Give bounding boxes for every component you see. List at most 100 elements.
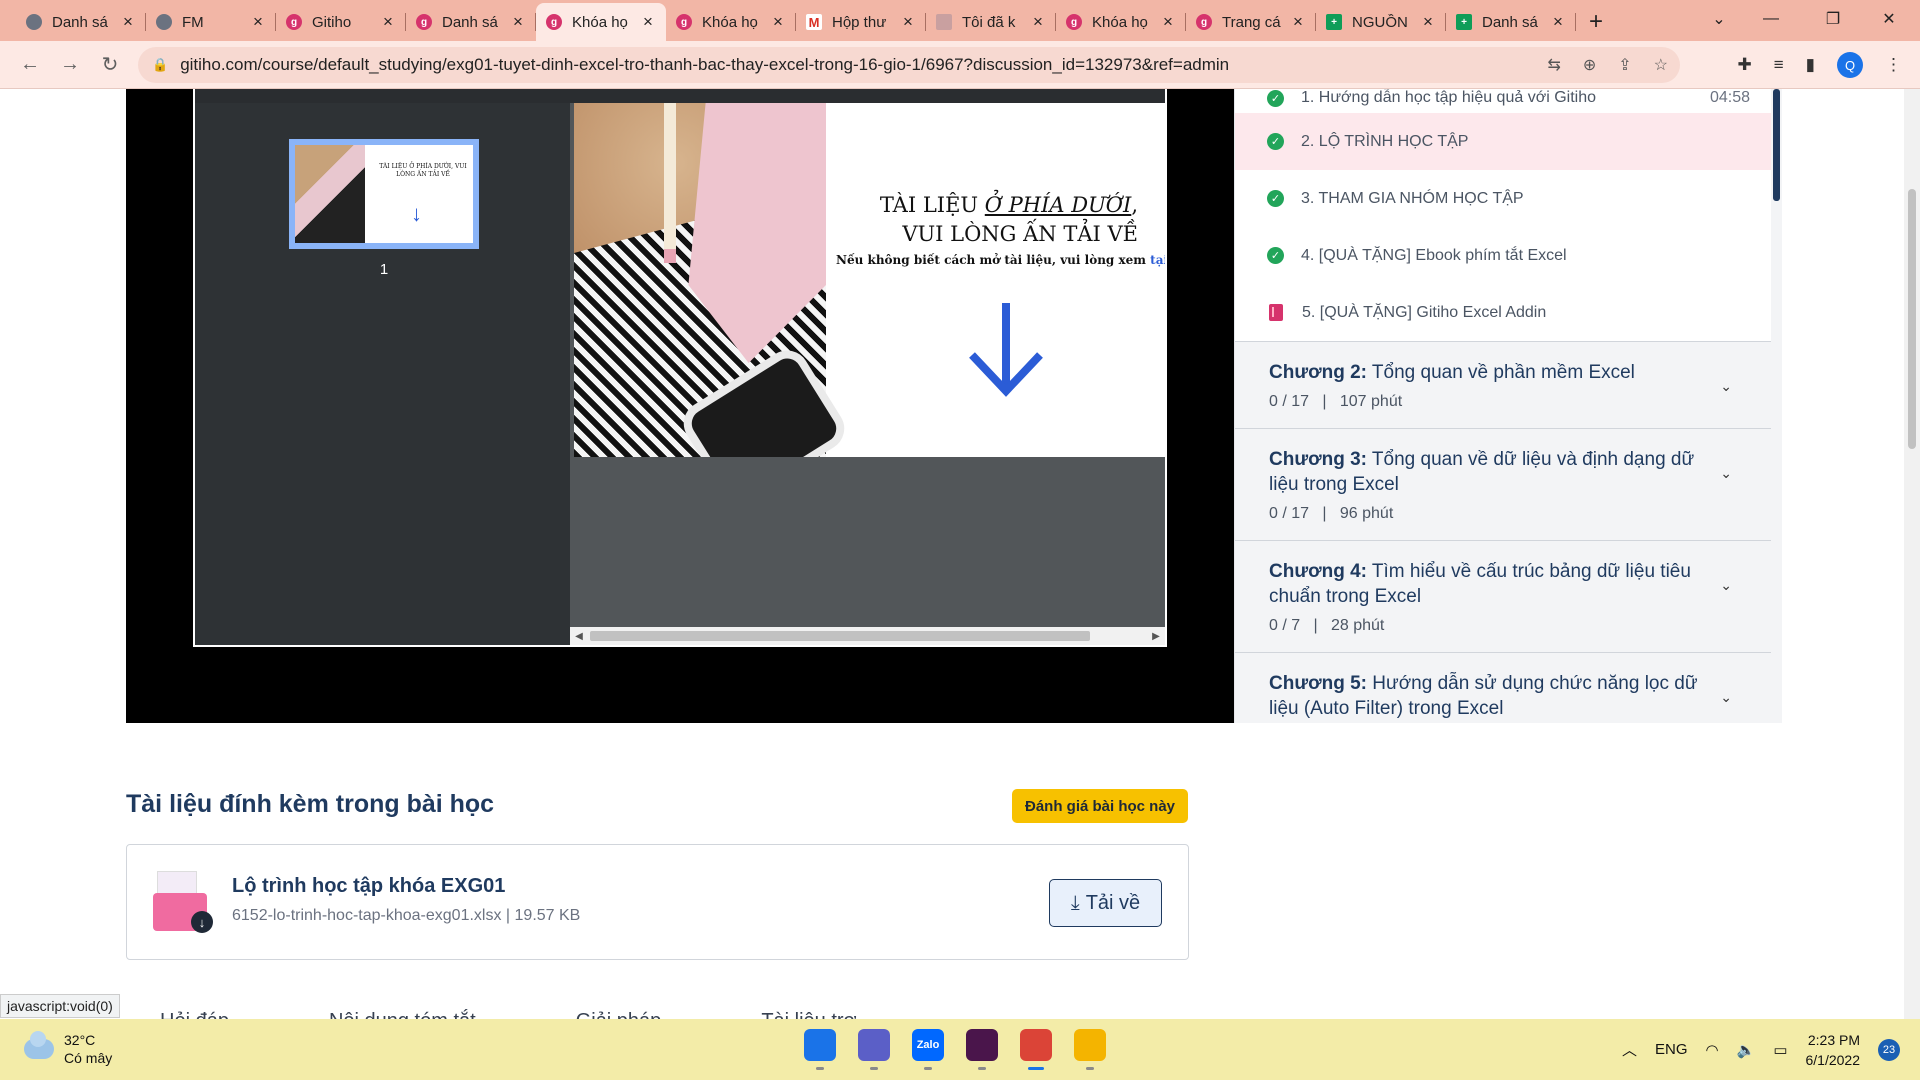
gitiho-favicon-icon: g — [1196, 14, 1212, 30]
browser-tab[interactable]: g Gitiho × — [276, 3, 406, 41]
tab-title: Gitiho — [312, 13, 352, 31]
back-icon[interactable]: ← — [12, 47, 48, 83]
tab-close-icon[interactable]: × — [900, 12, 916, 32]
lesson-item[interactable]: 5. [QUÀ TẶNG] Gitiho Excel Addin — [1235, 284, 1782, 341]
forward-icon[interactable]: → — [52, 47, 88, 83]
zoom-icon[interactable]: ⊕ — [1583, 55, 1596, 75]
page-thumbnail[interactable]: TÀI LIỆU Ở PHÍA DƯỚI, VUI LÒNG ẤN TẢI VỀ… — [289, 139, 479, 249]
profile-avatar[interactable]: Q — [1837, 52, 1863, 78]
tab-close-icon[interactable]: × — [1290, 12, 1306, 32]
system-tray: ︿ ENG ◠ 🔈 ▭ 2:23 PM 6/1/2022 23 — [1622, 1019, 1900, 1080]
chevron-down-icon[interactable]: ⌄ — [1720, 374, 1732, 399]
browser-tab[interactable]: Danh sá × — [16, 3, 146, 41]
file-explorer-icon[interactable] — [1074, 1029, 1106, 1070]
menu-kebab-icon[interactable]: ⋮ — [1885, 55, 1902, 75]
gitiho-favicon-icon: g — [1066, 14, 1082, 30]
restore-icon[interactable]: ❐ — [1810, 0, 1856, 38]
chapter-item[interactable]: Chương 5: Hướng dẫn sử dụng chức năng lọ… — [1235, 652, 1782, 723]
side-panel-icon[interactable]: ▮ — [1806, 55, 1815, 75]
guide-link[interactable]: tại — [1150, 253, 1165, 267]
tab-close-icon[interactable]: × — [1160, 12, 1176, 32]
browser-tab[interactable]: Tôi đã k × — [926, 3, 1056, 41]
attachment-card: ↓ Lộ trình học tập khóa EXG01 6152-lo-tr… — [126, 844, 1189, 960]
chevron-down-icon[interactable]: ⌄ — [1720, 685, 1732, 710]
reload-icon[interactable]: ↻ — [92, 47, 128, 83]
tab-close-icon[interactable]: × — [510, 12, 526, 32]
lesson-item[interactable]: ✓ 2. LỘ TRÌNH HỌC TẬP — [1235, 113, 1782, 170]
tab-title: Trang cá — [1222, 13, 1281, 31]
minimize-icon[interactable]: — — [1748, 0, 1794, 38]
scrollbar-thumb[interactable] — [590, 631, 1090, 641]
extensions-puzzle-icon[interactable]: ✚ — [1737, 55, 1751, 75]
browser-tab[interactable]: + NGUỒN × — [1316, 3, 1446, 41]
chrome-icon[interactable] — [1020, 1029, 1052, 1070]
chapter-item[interactable]: Chương 4: Tìm hiểu về cấu trúc bảng dữ l… — [1235, 540, 1782, 652]
chevron-down-icon[interactable]: ⌄ — [1720, 461, 1732, 486]
attachments-heading: Tài liệu đính kèm trong bài học — [126, 790, 495, 818]
syllabus-scrollbar[interactable] — [1771, 89, 1782, 723]
scroll-right-icon[interactable]: ▶ — [1147, 631, 1165, 642]
scroll-left-icon[interactable]: ◀ — [570, 631, 588, 642]
browser-tab[interactable]: + Danh sá × — [1446, 3, 1576, 41]
chapter-item[interactable]: Chương 2: Tổng quan về phần mềm Excel 0 /… — [1235, 341, 1782, 428]
arrow-down-icon — [969, 303, 1043, 397]
zalo-icon[interactable]: Zalo — [912, 1029, 944, 1070]
browser-tab[interactable]: g Khóa họ × — [536, 3, 666, 41]
language-indicator[interactable]: ENG — [1655, 1041, 1688, 1058]
check-circle-icon: ✓ — [1267, 247, 1284, 264]
chapter-item[interactable]: Chương 3: Tổng quan về dữ liệu và định d… — [1235, 428, 1782, 540]
tab-close-icon[interactable]: × — [640, 12, 656, 32]
horizontal-scrollbar[interactable]: ◀ ▶ — [570, 627, 1165, 645]
translate-icon[interactable]: ⇆ — [1547, 55, 1560, 75]
page-scrollbar-thumb[interactable] — [1908, 189, 1916, 449]
browser-tab[interactable]: g Khóa họ × — [666, 3, 796, 41]
tab-title: Danh sá — [1482, 13, 1538, 31]
gitiho-favicon-icon: g — [416, 14, 432, 30]
tab-search-chevron-icon[interactable]: ⌄ — [1696, 0, 1742, 38]
windows-start-icon[interactable] — [804, 1029, 836, 1070]
chevron-down-icon[interactable]: ⌄ — [1720, 573, 1732, 598]
teams-icon[interactable] — [858, 1029, 890, 1070]
media-queue-icon[interactable]: ≡ — [1774, 55, 1784, 75]
browser-tab[interactable]: g Danh sá × — [406, 3, 536, 41]
lesson-item[interactable]: ✓ 3. THAM GIA NHÓM HỌC TẬP — [1235, 170, 1782, 227]
globe-favicon-icon — [26, 14, 42, 30]
lesson-item[interactable]: ✓ 4. [QUÀ TẶNG] Ebook phím tắt Excel — [1235, 227, 1782, 284]
slack-icon[interactable] — [966, 1029, 998, 1070]
thumbnail-arrow-down-icon: ↓ — [411, 201, 422, 226]
tab-close-icon[interactable]: × — [380, 12, 396, 32]
page-scrollbar[interactable] — [1904, 89, 1920, 1019]
tab-close-icon[interactable]: × — [770, 12, 786, 32]
lesson-item[interactable]: ✓ 1. Hướng dẫn học tập hiệu quả với Gitih… — [1235, 89, 1782, 113]
tab-close-icon[interactable]: × — [1030, 12, 1046, 32]
battery-icon[interactable]: ▭ — [1773, 1041, 1787, 1059]
chapter-title: Chương 3: Tổng quan về dữ liệu và định d… — [1269, 449, 1695, 495]
rate-lesson-button[interactable]: Đánh giá bài học này — [1012, 789, 1188, 823]
tab-close-icon[interactable]: × — [1550, 12, 1566, 32]
new-tab-button[interactable]: + — [1576, 3, 1616, 41]
tab-close-icon[interactable]: × — [120, 12, 136, 32]
bookmark-star-icon[interactable]: ☆ — [1654, 55, 1668, 75]
sheets-favicon-icon: + — [1326, 14, 1342, 30]
browser-tab[interactable]: M Hộp thư × — [796, 3, 926, 41]
page-view: TÀI LIỆU Ở PHÍA DƯỚI, VUI LÒNG ẤN TẢI VỀ… — [570, 103, 1165, 645]
browser-tab[interactable]: g Khóa họ × — [1056, 3, 1186, 41]
desk-photo — [574, 103, 853, 457]
chapter-meta: 0 / 7 | 28 phút — [1269, 617, 1385, 634]
syllabus-scrollbar-thumb[interactable] — [1773, 89, 1780, 201]
browser-tab[interactable]: FM × — [146, 3, 276, 41]
chapter-title: Chương 5: Hướng dẫn sử dụng chức năng lọ… — [1269, 673, 1698, 719]
browser-tab[interactable]: g Trang cá × — [1186, 3, 1316, 41]
chevron-up-icon[interactable]: ︿ — [1622, 1039, 1637, 1060]
tab-close-icon[interactable]: × — [250, 12, 266, 32]
share-icon[interactable]: ⇪ — [1618, 55, 1631, 75]
address-bar[interactable]: 🔒 gitiho.com/course/default_studying/exg… — [138, 47, 1680, 83]
volume-icon[interactable]: 🔈 — [1737, 1041, 1756, 1059]
tab-close-icon[interactable]: × — [1420, 12, 1436, 32]
close-window-icon[interactable]: ✕ — [1866, 0, 1912, 38]
notification-badge[interactable]: 23 — [1878, 1038, 1900, 1061]
clock[interactable]: 2:23 PM 6/1/2022 — [1806, 1030, 1861, 1070]
wifi-icon[interactable]: ◠ — [1706, 1041, 1719, 1059]
download-button[interactable]: ⤓ Tải về — [1049, 879, 1162, 927]
weather-widget[interactable]: 32°C Có mây — [24, 1031, 112, 1067]
